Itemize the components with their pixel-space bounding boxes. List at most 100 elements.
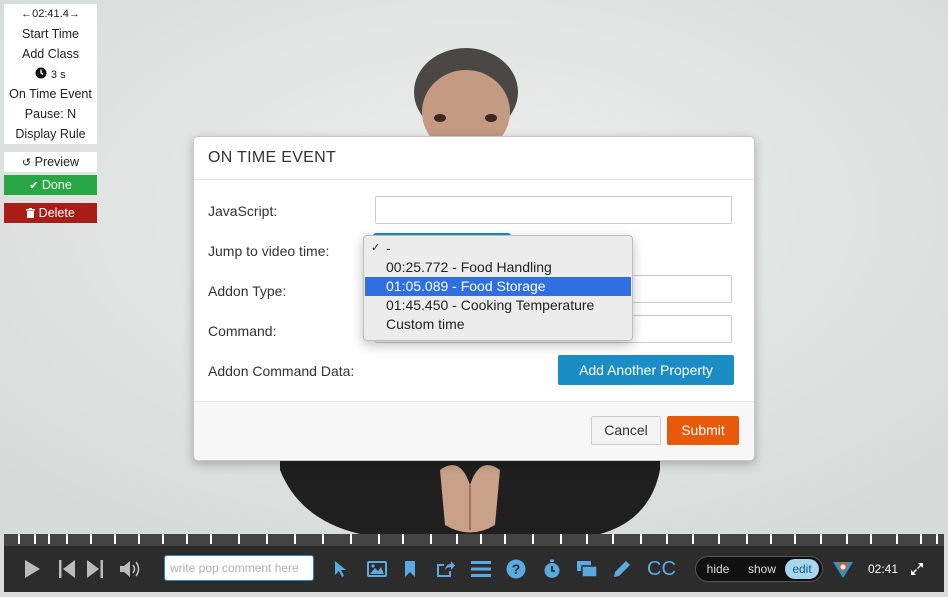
- done-label: Done: [41, 178, 72, 192]
- timeline-tick: [794, 534, 796, 544]
- edit-option[interactable]: edit: [785, 559, 819, 579]
- timeline-tick: [586, 534, 588, 544]
- submit-button[interactable]: Submit: [667, 416, 739, 445]
- timeline-tick: [378, 534, 380, 544]
- jump-time-dropdown: ✓ - 00:25.772 - Food Handling 01:05.089 …: [363, 235, 633, 341]
- display-rule-link[interactable]: Display Rule: [4, 124, 97, 144]
- timeline-tick: [480, 534, 482, 544]
- timeline-tick: [504, 534, 506, 544]
- list-icon[interactable]: [470, 546, 492, 592]
- seconds-label: 3 s: [50, 69, 66, 81]
- play-icon[interactable]: [20, 546, 44, 592]
- dropdown-option[interactable]: Custom time: [365, 315, 631, 334]
- hide-option[interactable]: hide: [700, 559, 736, 579]
- start-time-link[interactable]: Start Time: [4, 24, 97, 44]
- cursor-icon[interactable]: [331, 546, 351, 592]
- javascript-label: JavaScript:: [208, 203, 278, 219]
- dropdown-option[interactable]: 00:25.772 - Food Handling: [365, 258, 631, 277]
- timeline-tick: [238, 534, 240, 544]
- timeline-tick: [430, 534, 432, 544]
- timeline-tick: [612, 534, 614, 544]
- timeline-tick: [770, 534, 772, 544]
- image-icon[interactable]: [365, 546, 389, 592]
- timeline-tick: [896, 534, 898, 544]
- timeline-tick: [560, 534, 562, 544]
- timeline-tick: [870, 534, 872, 544]
- app-logo-icon[interactable]: [831, 546, 855, 592]
- timeline-tick: [48, 534, 50, 544]
- overlay-icon[interactable]: [575, 546, 599, 592]
- volume-icon[interactable]: [117, 546, 143, 592]
- timeline-tick: [936, 534, 938, 544]
- timeline-tick: [186, 534, 188, 544]
- timeline-tick: [532, 534, 534, 544]
- timeline-tick: [846, 534, 848, 544]
- dropdown-option[interactable]: ✓ -: [365, 239, 631, 258]
- timeline-tick: [820, 534, 822, 544]
- preview-label: Preview: [34, 155, 80, 169]
- timeline-tick: [640, 534, 642, 544]
- show-option[interactable]: show: [742, 559, 782, 579]
- timeline-tick: [402, 534, 404, 544]
- stopwatch-icon[interactable]: [541, 546, 563, 592]
- timeline-tick: [34, 534, 36, 544]
- dialog-title: ON TIME EVENT: [208, 149, 337, 166]
- current-time: 02:41: [868, 562, 899, 576]
- previous-icon[interactable]: [56, 546, 78, 592]
- divider: [194, 179, 754, 180]
- clock-icon: [35, 65, 47, 85]
- svg-text:?: ?: [512, 561, 521, 577]
- timeline-tick: [162, 534, 164, 544]
- timeline-tick: [746, 534, 748, 544]
- visibility-toggle: hide show edit: [695, 556, 823, 582]
- delete-button[interactable]: Delete: [4, 203, 97, 223]
- duration-label: ←02:41.4→: [21, 8, 80, 20]
- timeline-tick: [350, 534, 352, 544]
- timeline-tick: [18, 534, 20, 544]
- pencil-icon[interactable]: [611, 546, 633, 592]
- timeline-tick: [90, 534, 92, 544]
- addon-data-label: Addon Command Data:: [208, 363, 355, 379]
- add-class-link[interactable]: Add Class: [4, 44, 97, 64]
- dropdown-option-highlighted[interactable]: 01:05.089 - Food Storage: [365, 277, 631, 296]
- timeline-tick: [666, 534, 668, 544]
- timeline-tick: [322, 534, 324, 544]
- timeline-tick: [114, 534, 116, 544]
- timeline-tick: [456, 534, 458, 544]
- checkmark-icon: ✓: [371, 242, 381, 254]
- undo-icon: ↺: [21, 157, 32, 169]
- jump-to-time-label: Jump to video time:: [208, 243, 330, 259]
- timeline-tick: [692, 534, 694, 544]
- player-controls: write pop comment here ? CC hide show ed…: [4, 546, 944, 592]
- timeline-bar[interactable]: [4, 534, 944, 546]
- share-icon[interactable]: [434, 546, 456, 592]
- command-label: Command:: [208, 323, 277, 339]
- on-time-event-link[interactable]: On Time Event: [4, 84, 97, 104]
- next-icon[interactable]: [84, 546, 106, 592]
- addon-type-label: Addon Type:: [208, 283, 287, 299]
- preview-button[interactable]: ↺ Preview: [4, 152, 97, 172]
- duration-setting[interactable]: 3 s: [4, 64, 97, 84]
- pause-setting[interactable]: Pause: N: [4, 104, 97, 124]
- done-button[interactable]: ✔ Done: [4, 175, 97, 195]
- trash-icon: [26, 204, 36, 224]
- timeline-tick: [210, 534, 212, 544]
- comment-input[interactable]: write pop comment here: [164, 555, 314, 581]
- help-icon[interactable]: ?: [505, 546, 527, 592]
- annotation-panel: ←02:41.4→ Start Time Add Class 3 s On Ti…: [4, 4, 97, 144]
- javascript-input[interactable]: [375, 196, 732, 224]
- timeline-tick: [718, 534, 720, 544]
- timeline-tick: [920, 534, 922, 544]
- timeline-tick: [138, 534, 140, 544]
- timeline-tick: [294, 534, 296, 544]
- check-icon: ✔: [29, 180, 39, 192]
- cancel-button[interactable]: Cancel: [591, 416, 661, 445]
- delete-label: Delete: [38, 206, 75, 220]
- fullscreen-icon[interactable]: [908, 546, 926, 592]
- dropdown-option[interactable]: 01:45.450 - Cooking Temperature: [365, 296, 631, 315]
- add-property-button[interactable]: Add Another Property: [558, 355, 734, 385]
- timeline-tick: [66, 534, 68, 544]
- timeline-tick: [266, 534, 268, 544]
- bookmark-icon[interactable]: [402, 546, 418, 592]
- closed-captions-button[interactable]: CC: [647, 546, 676, 592]
